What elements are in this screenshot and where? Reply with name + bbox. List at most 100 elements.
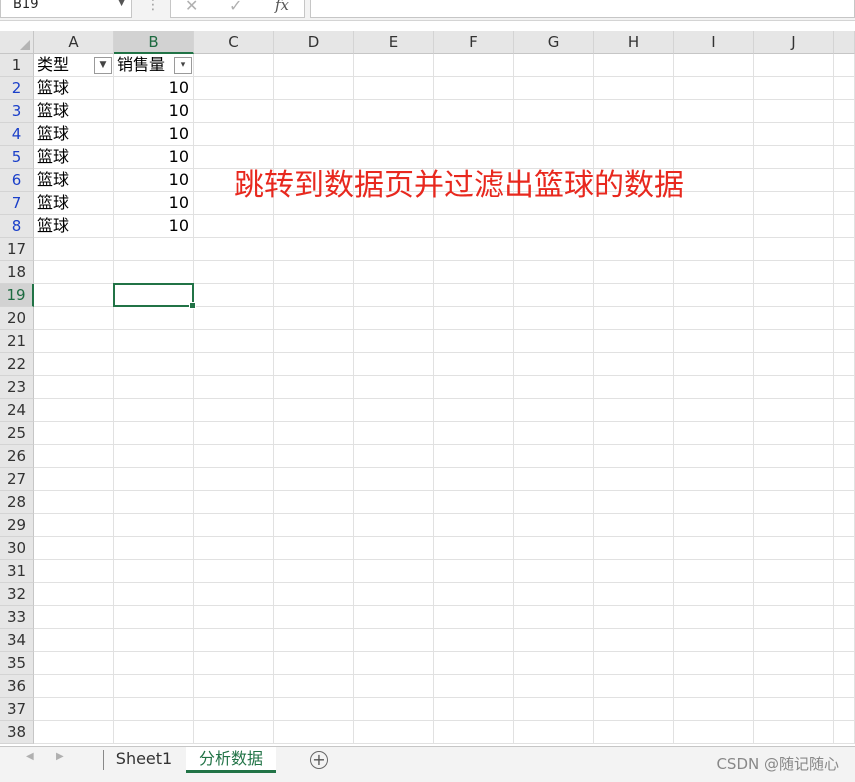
cell-h18[interactable] bbox=[594, 261, 674, 284]
cell-b26[interactable] bbox=[114, 445, 194, 468]
cell-a26[interactable] bbox=[34, 445, 114, 468]
cell-k4[interactable] bbox=[834, 123, 855, 146]
row-header-23[interactable]: 23 bbox=[0, 376, 34, 399]
cell-e36[interactable] bbox=[354, 675, 434, 698]
row-header-35[interactable]: 35 bbox=[0, 652, 34, 675]
cell-c31[interactable] bbox=[194, 560, 274, 583]
cell-a30[interactable] bbox=[34, 537, 114, 560]
cell-f33[interactable] bbox=[434, 606, 514, 629]
cell-d25[interactable] bbox=[274, 422, 354, 445]
cell-g34[interactable] bbox=[514, 629, 594, 652]
scroll-left-icon[interactable]: ◀ bbox=[26, 751, 34, 762]
cell-d29[interactable] bbox=[274, 514, 354, 537]
cell-i34[interactable] bbox=[674, 629, 754, 652]
cell-c29[interactable] bbox=[194, 514, 274, 537]
cell-k32[interactable] bbox=[834, 583, 855, 606]
cell-c1[interactable] bbox=[194, 54, 274, 77]
cell-j8[interactable] bbox=[754, 215, 834, 238]
cell-g22[interactable] bbox=[514, 353, 594, 376]
cell-j28[interactable] bbox=[754, 491, 834, 514]
cell-i33[interactable] bbox=[674, 606, 754, 629]
cell-j4[interactable] bbox=[754, 123, 834, 146]
cell-a29[interactable] bbox=[34, 514, 114, 537]
cell-d21[interactable] bbox=[274, 330, 354, 353]
cell-a23[interactable] bbox=[34, 376, 114, 399]
row-header-19[interactable]: 19 bbox=[0, 284, 34, 307]
cell-b28[interactable] bbox=[114, 491, 194, 514]
cell-k19[interactable] bbox=[834, 284, 855, 307]
cell-i37[interactable] bbox=[674, 698, 754, 721]
row-header-25[interactable]: 25 bbox=[0, 422, 34, 445]
cell-f8[interactable] bbox=[434, 215, 514, 238]
cell-g30[interactable] bbox=[514, 537, 594, 560]
cell-i38[interactable] bbox=[674, 721, 754, 744]
cell-d18[interactable] bbox=[274, 261, 354, 284]
cell-f28[interactable] bbox=[434, 491, 514, 514]
cell-g31[interactable] bbox=[514, 560, 594, 583]
cell-j18[interactable] bbox=[754, 261, 834, 284]
cell-h36[interactable] bbox=[594, 675, 674, 698]
cell-c32[interactable] bbox=[194, 583, 274, 606]
cell-g19[interactable] bbox=[514, 284, 594, 307]
add-sheet-button[interactable]: + bbox=[310, 751, 328, 769]
column-header-h[interactable]: H bbox=[594, 31, 674, 54]
cell-a25[interactable] bbox=[34, 422, 114, 445]
cell-i30[interactable] bbox=[674, 537, 754, 560]
cell-j20[interactable] bbox=[754, 307, 834, 330]
cell-k18[interactable] bbox=[834, 261, 855, 284]
cell-g4[interactable] bbox=[514, 123, 594, 146]
cell-d19[interactable] bbox=[274, 284, 354, 307]
cell-b5[interactable]: 10 bbox=[114, 146, 194, 169]
cell-d4[interactable] bbox=[274, 123, 354, 146]
cell-e8[interactable] bbox=[354, 215, 434, 238]
cell-b7[interactable]: 10 bbox=[114, 192, 194, 215]
cell-f23[interactable] bbox=[434, 376, 514, 399]
row-header-2[interactable]: 2 bbox=[0, 77, 34, 100]
cell-d31[interactable] bbox=[274, 560, 354, 583]
cell-j35[interactable] bbox=[754, 652, 834, 675]
cell-k24[interactable] bbox=[834, 399, 855, 422]
cell-f35[interactable] bbox=[434, 652, 514, 675]
row-header-38[interactable]: 38 bbox=[0, 721, 34, 744]
cell-a21[interactable] bbox=[34, 330, 114, 353]
cell-f4[interactable] bbox=[434, 123, 514, 146]
cell-f20[interactable] bbox=[434, 307, 514, 330]
cell-k29[interactable] bbox=[834, 514, 855, 537]
cancel-icon[interactable]: ✕ bbox=[185, 0, 198, 15]
cell-b23[interactable] bbox=[114, 376, 194, 399]
cell-k5[interactable] bbox=[834, 146, 855, 169]
cell-e31[interactable] bbox=[354, 560, 434, 583]
cell-g25[interactable] bbox=[514, 422, 594, 445]
cell-h25[interactable] bbox=[594, 422, 674, 445]
cell-k28[interactable] bbox=[834, 491, 855, 514]
cell-a33[interactable] bbox=[34, 606, 114, 629]
cell-f27[interactable] bbox=[434, 468, 514, 491]
cell-g36[interactable] bbox=[514, 675, 594, 698]
cell-h26[interactable] bbox=[594, 445, 674, 468]
cell-h24[interactable] bbox=[594, 399, 674, 422]
cell-i32[interactable] bbox=[674, 583, 754, 606]
row-header-24[interactable]: 24 bbox=[0, 399, 34, 422]
cell-c28[interactable] bbox=[194, 491, 274, 514]
cell-g37[interactable] bbox=[514, 698, 594, 721]
cell-h21[interactable] bbox=[594, 330, 674, 353]
cell-i35[interactable] bbox=[674, 652, 754, 675]
cell-c4[interactable] bbox=[194, 123, 274, 146]
cell-k21[interactable] bbox=[834, 330, 855, 353]
cell-j31[interactable] bbox=[754, 560, 834, 583]
cell-e33[interactable] bbox=[354, 606, 434, 629]
cell-h32[interactable] bbox=[594, 583, 674, 606]
cell-d22[interactable] bbox=[274, 353, 354, 376]
cell-k31[interactable] bbox=[834, 560, 855, 583]
cell-k1[interactable] bbox=[834, 54, 855, 77]
cell-b27[interactable] bbox=[114, 468, 194, 491]
cell-i3[interactable] bbox=[674, 100, 754, 123]
row-header-20[interactable]: 20 bbox=[0, 307, 34, 330]
cell-h27[interactable] bbox=[594, 468, 674, 491]
cell-j23[interactable] bbox=[754, 376, 834, 399]
cell-f1[interactable] bbox=[434, 54, 514, 77]
cell-j33[interactable] bbox=[754, 606, 834, 629]
cell-f29[interactable] bbox=[434, 514, 514, 537]
cell-f26[interactable] bbox=[434, 445, 514, 468]
cell-k33[interactable] bbox=[834, 606, 855, 629]
